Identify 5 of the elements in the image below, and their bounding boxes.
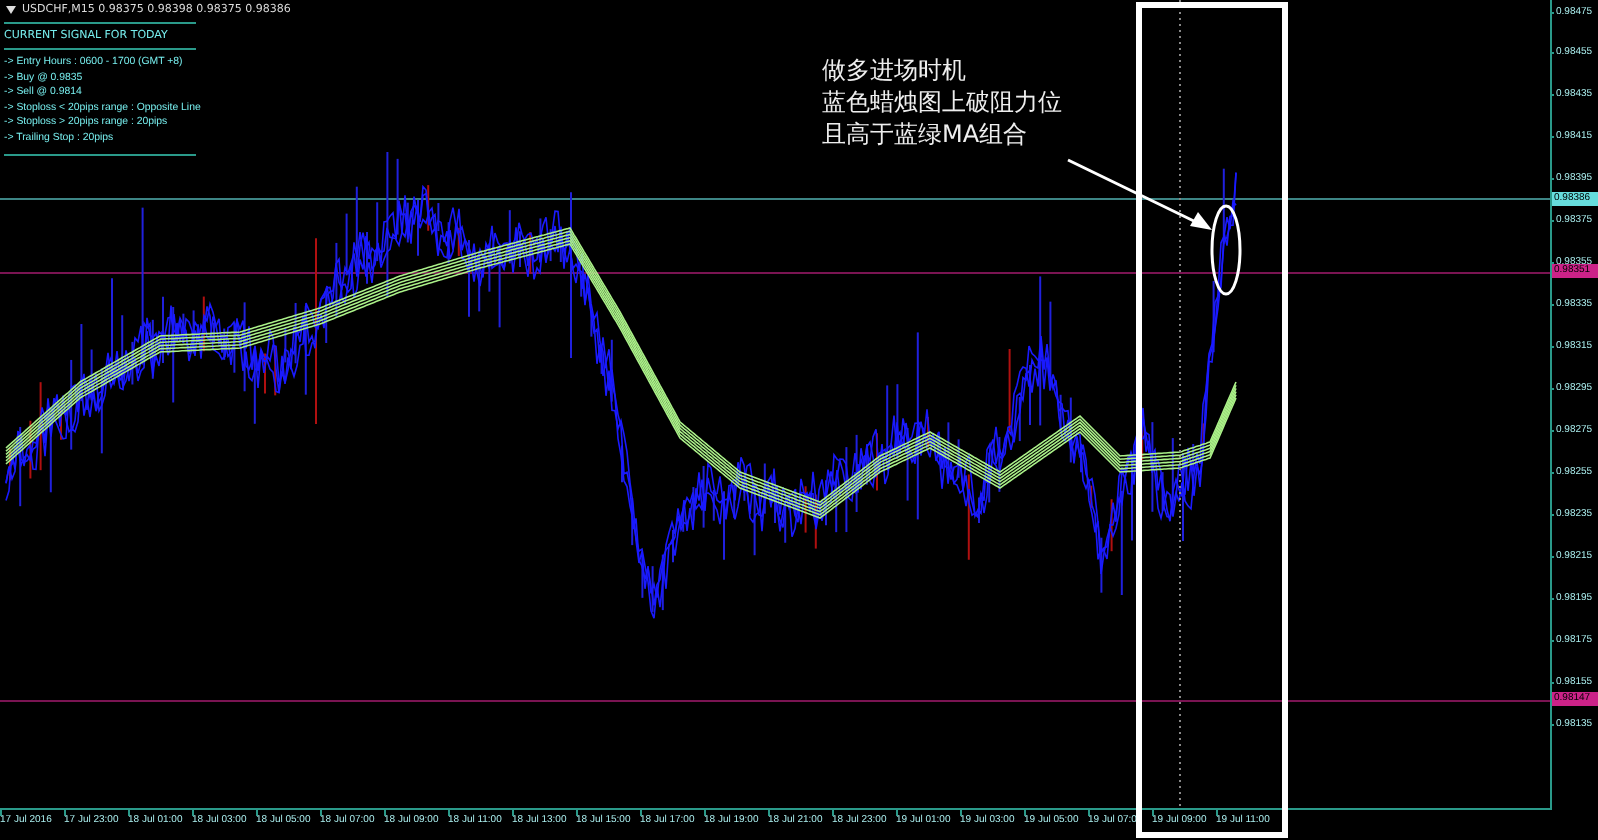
annotation-text: 且高于蓝绿MA组合 [822, 120, 1030, 148]
highlight-ellipse [1210, 204, 1242, 296]
annotation-text: 做多进场时机 [822, 56, 968, 84]
collapse-triangle-icon[interactable] [6, 6, 16, 14]
annotation-text: 蓝色蜡烛图上破阻力位 [822, 88, 1062, 116]
